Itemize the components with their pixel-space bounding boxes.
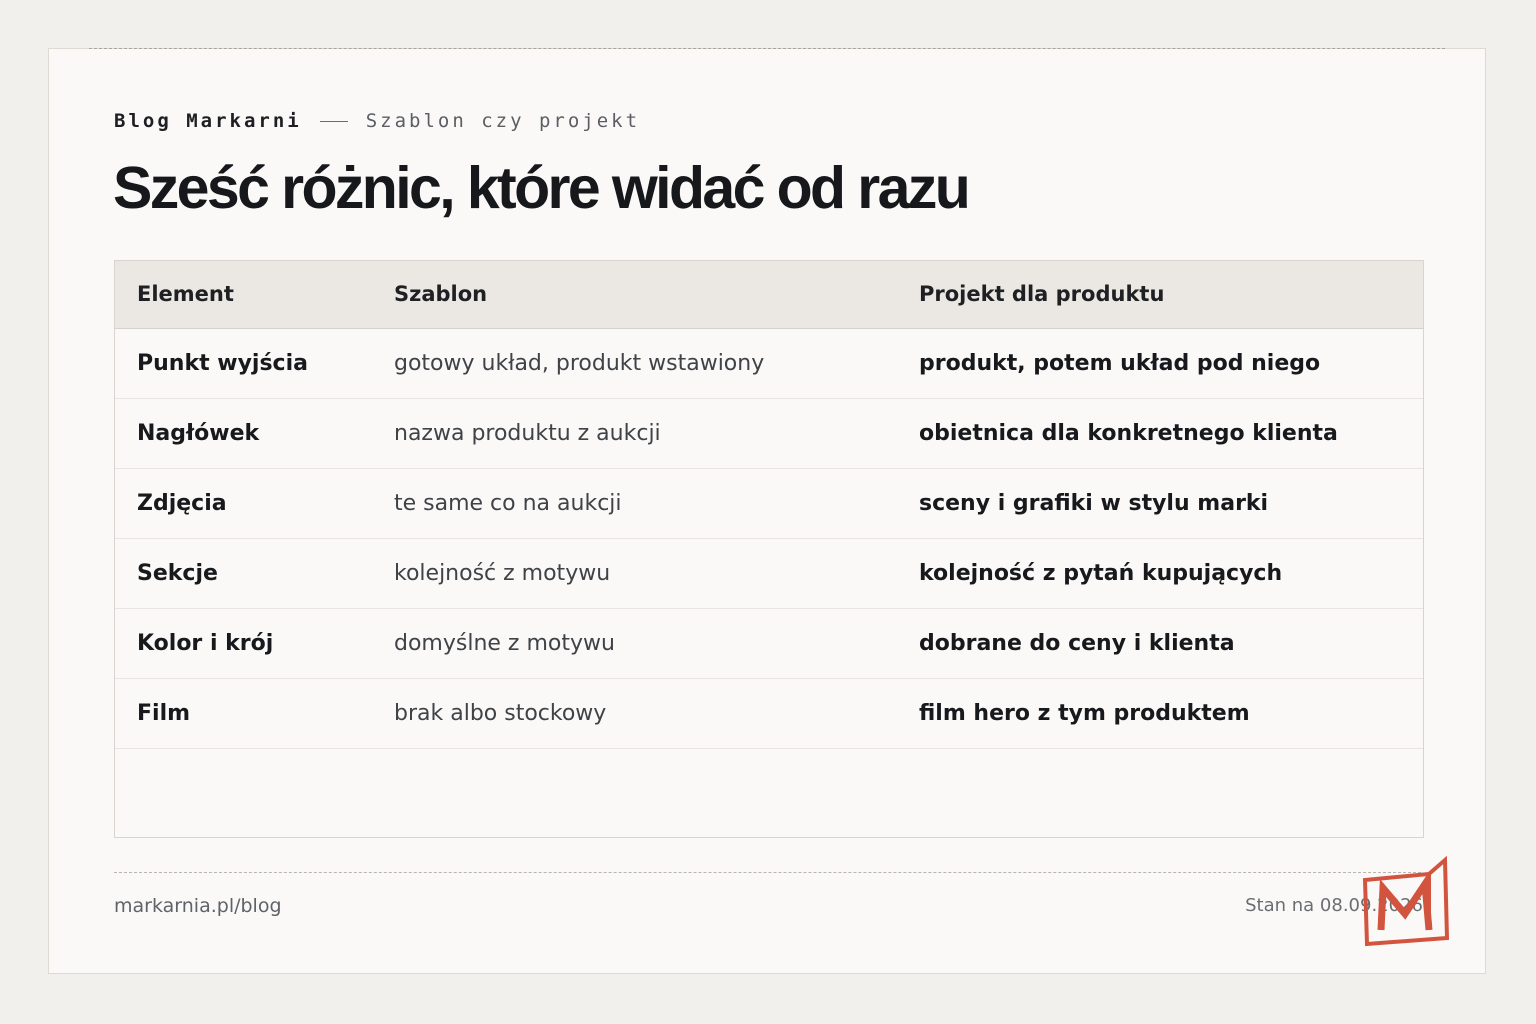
row-project: dobrane do ceny i klienta bbox=[897, 608, 1423, 679]
table-row: Punkt wyjścia gotowy układ, produkt wsta… bbox=[115, 328, 1423, 399]
row-template: domyślne z motywu bbox=[372, 608, 897, 679]
row-project: kolejność z pytań kupujących bbox=[897, 538, 1423, 609]
table-row: Sekcje kolejność z motywu kolejność z py… bbox=[115, 538, 1423, 609]
row-project: sceny i grafiki w stylu marki bbox=[897, 468, 1423, 539]
row-element: Kolor i krój bbox=[115, 608, 372, 679]
table-row: Film brak albo stockowy film hero z tym … bbox=[115, 678, 1423, 749]
eyebrow: Blog Markarni Szablon czy projekt bbox=[114, 109, 640, 133]
content-card: Blog Markarni Szablon czy projekt Sześć … bbox=[48, 48, 1486, 974]
table-row: Zdjęcia te same co na aukcji sceny i gra… bbox=[115, 468, 1423, 539]
table-header-row: Element Szablon Projekt dla produktu bbox=[115, 261, 1423, 329]
row-template: brak albo stockowy bbox=[372, 678, 897, 749]
row-template: kolejność z motywu bbox=[372, 538, 897, 609]
row-element: Film bbox=[115, 678, 372, 749]
row-template: te same co na aukcji bbox=[372, 468, 897, 539]
column-header-product-project: Projekt dla produktu bbox=[897, 261, 1423, 329]
section-label: Szablon czy projekt bbox=[365, 110, 641, 132]
row-project: obietnica dla konkretnego klienta bbox=[897, 398, 1423, 469]
blog-brand: Blog Markarni bbox=[114, 110, 302, 132]
page-title: Sześć różnic, które widać od razu bbox=[113, 155, 971, 221]
row-template: gotowy układ, produkt wstawiony bbox=[372, 328, 897, 399]
top-divider bbox=[89, 48, 1445, 49]
row-element: Sekcje bbox=[115, 538, 372, 609]
row-element: Zdjęcia bbox=[115, 468, 372, 539]
comparison-table: Element Szablon Projekt dla produktu Pun… bbox=[114, 260, 1424, 838]
column-header-element: Element bbox=[115, 261, 372, 329]
footer-divider bbox=[114, 872, 1421, 873]
table-row: Kolor i krój domyślne z motywu dobrane d… bbox=[115, 608, 1423, 679]
eyebrow-separator bbox=[319, 120, 348, 122]
row-project: film hero z tym produktem bbox=[897, 678, 1423, 749]
row-element: Punkt wyjścia bbox=[115, 328, 372, 399]
row-project: produkt, potem układ pod niego bbox=[897, 328, 1423, 399]
row-template: nazwa produktu z aukcji bbox=[372, 398, 897, 469]
table-row: Nagłówek nazwa produktu z aukcji obietni… bbox=[115, 398, 1423, 469]
row-element: Nagłówek bbox=[115, 398, 372, 469]
comparison-table-grid: Element Szablon Projekt dla produktu Pun… bbox=[115, 261, 1423, 749]
markarnia-m-logo-icon bbox=[1362, 855, 1450, 947]
column-header-template: Szablon bbox=[372, 261, 897, 329]
footer-url[interactable]: markarnia.pl/blog bbox=[114, 895, 282, 917]
